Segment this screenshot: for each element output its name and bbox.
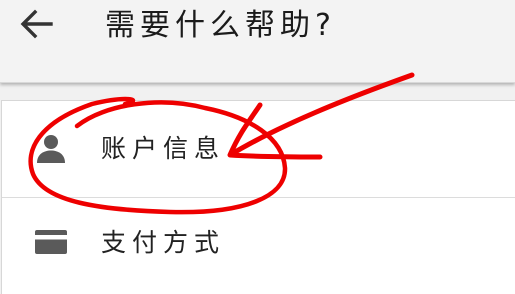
app-header: 需要什么帮助?: [0, 0, 515, 83]
credit-card-icon: [34, 225, 68, 259]
back-button[interactable]: [14, 4, 58, 44]
arrow-left-icon: [20, 9, 53, 39]
menu-item-account-info[interactable]: 账户信息: [2, 101, 515, 198]
page-title: 需要什么帮助?: [105, 8, 336, 43]
help-menu-list: 账户信息 支付方式: [1, 100, 515, 294]
menu-item-payment-method[interactable]: 支付方式: [2, 198, 515, 294]
menu-item-label: 支付方式: [101, 228, 226, 257]
menu-item-label: 账户信息: [101, 134, 226, 163]
person-icon: [34, 131, 68, 165]
